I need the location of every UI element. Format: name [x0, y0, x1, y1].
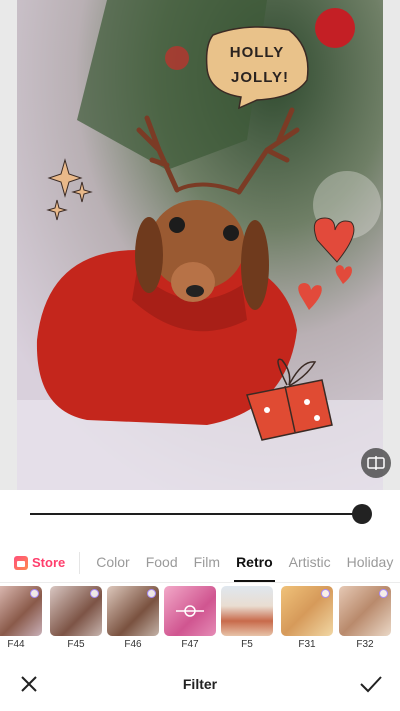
tab-artistic[interactable]: Artistic	[289, 545, 331, 580]
sticker-text-line1: HOLLY	[230, 44, 284, 61]
tab-color[interactable]: Color	[96, 545, 129, 580]
filter-label: F47	[181, 639, 199, 650]
confirm-button[interactable]	[358, 673, 384, 695]
photo-illustration: HOLLY JOLLY!	[17, 0, 383, 490]
filter-item-f47[interactable]: F47	[164, 586, 216, 654]
filter-thumbnail	[221, 586, 273, 636]
filter-label: F32	[356, 639, 374, 650]
category-tabs: Store Color Food Film Retro Artistic Hol…	[0, 545, 400, 582]
filter-thumbnail	[50, 586, 102, 636]
store-icon	[14, 555, 28, 570]
filter-item-f32[interactable]: F32	[339, 586, 391, 654]
filter-item-f5[interactable]: F5	[221, 586, 273, 654]
filter-thumbnail-selected	[164, 586, 216, 636]
filter-label: F44	[7, 639, 25, 650]
filter-item-f31[interactable]: F31	[281, 586, 333, 654]
slider-thumb[interactable]	[352, 504, 372, 524]
tab-holiday[interactable]: Holiday	[347, 545, 394, 580]
sticker-text-line2: JOLLY!	[231, 69, 289, 86]
tab-food[interactable]: Food	[146, 545, 178, 580]
compare-button[interactable]	[361, 448, 391, 478]
heart-icon	[30, 589, 39, 598]
store-button[interactable]: Store	[14, 551, 81, 574]
filter-item-f46[interactable]: F46	[107, 586, 159, 654]
checkmark-icon	[360, 676, 382, 693]
compare-icon	[367, 456, 385, 470]
bottom-bar: Filter	[0, 665, 400, 711]
filter-thumbnail	[107, 586, 159, 636]
slider-track	[30, 513, 362, 515]
filter-thumbnail	[339, 586, 391, 636]
filter-thumbnail	[281, 586, 333, 636]
filter-panel: Store Color Food Film Retro Artistic Hol…	[0, 490, 400, 711]
filter-item-f44[interactable]: F44	[0, 586, 42, 654]
filter-list: F44 F45 F46 F47 F5 F31 F32	[0, 586, 400, 656]
heart-icon	[147, 589, 156, 598]
filter-item-f45[interactable]: F45	[50, 586, 102, 654]
photo-preview[interactable]: HOLLY JOLLY!	[17, 0, 383, 490]
heart-icon	[379, 589, 388, 598]
filter-label: F46	[124, 639, 142, 650]
tab-retro[interactable]: Retro	[234, 545, 275, 582]
filter-label: F45	[67, 639, 85, 650]
heart-icon	[90, 589, 99, 598]
heart-icon	[321, 589, 330, 598]
screen-title: Filter	[182, 676, 218, 692]
tab-film[interactable]: Film	[194, 545, 220, 580]
intensity-slider[interactable]	[30, 504, 372, 524]
store-label: Store	[32, 555, 66, 570]
filter-label: F5	[241, 639, 253, 650]
filter-thumbnail	[0, 586, 42, 636]
adjust-slider-icon	[176, 605, 204, 617]
filter-label: F31	[298, 639, 316, 650]
tabs-divider	[0, 582, 400, 583]
